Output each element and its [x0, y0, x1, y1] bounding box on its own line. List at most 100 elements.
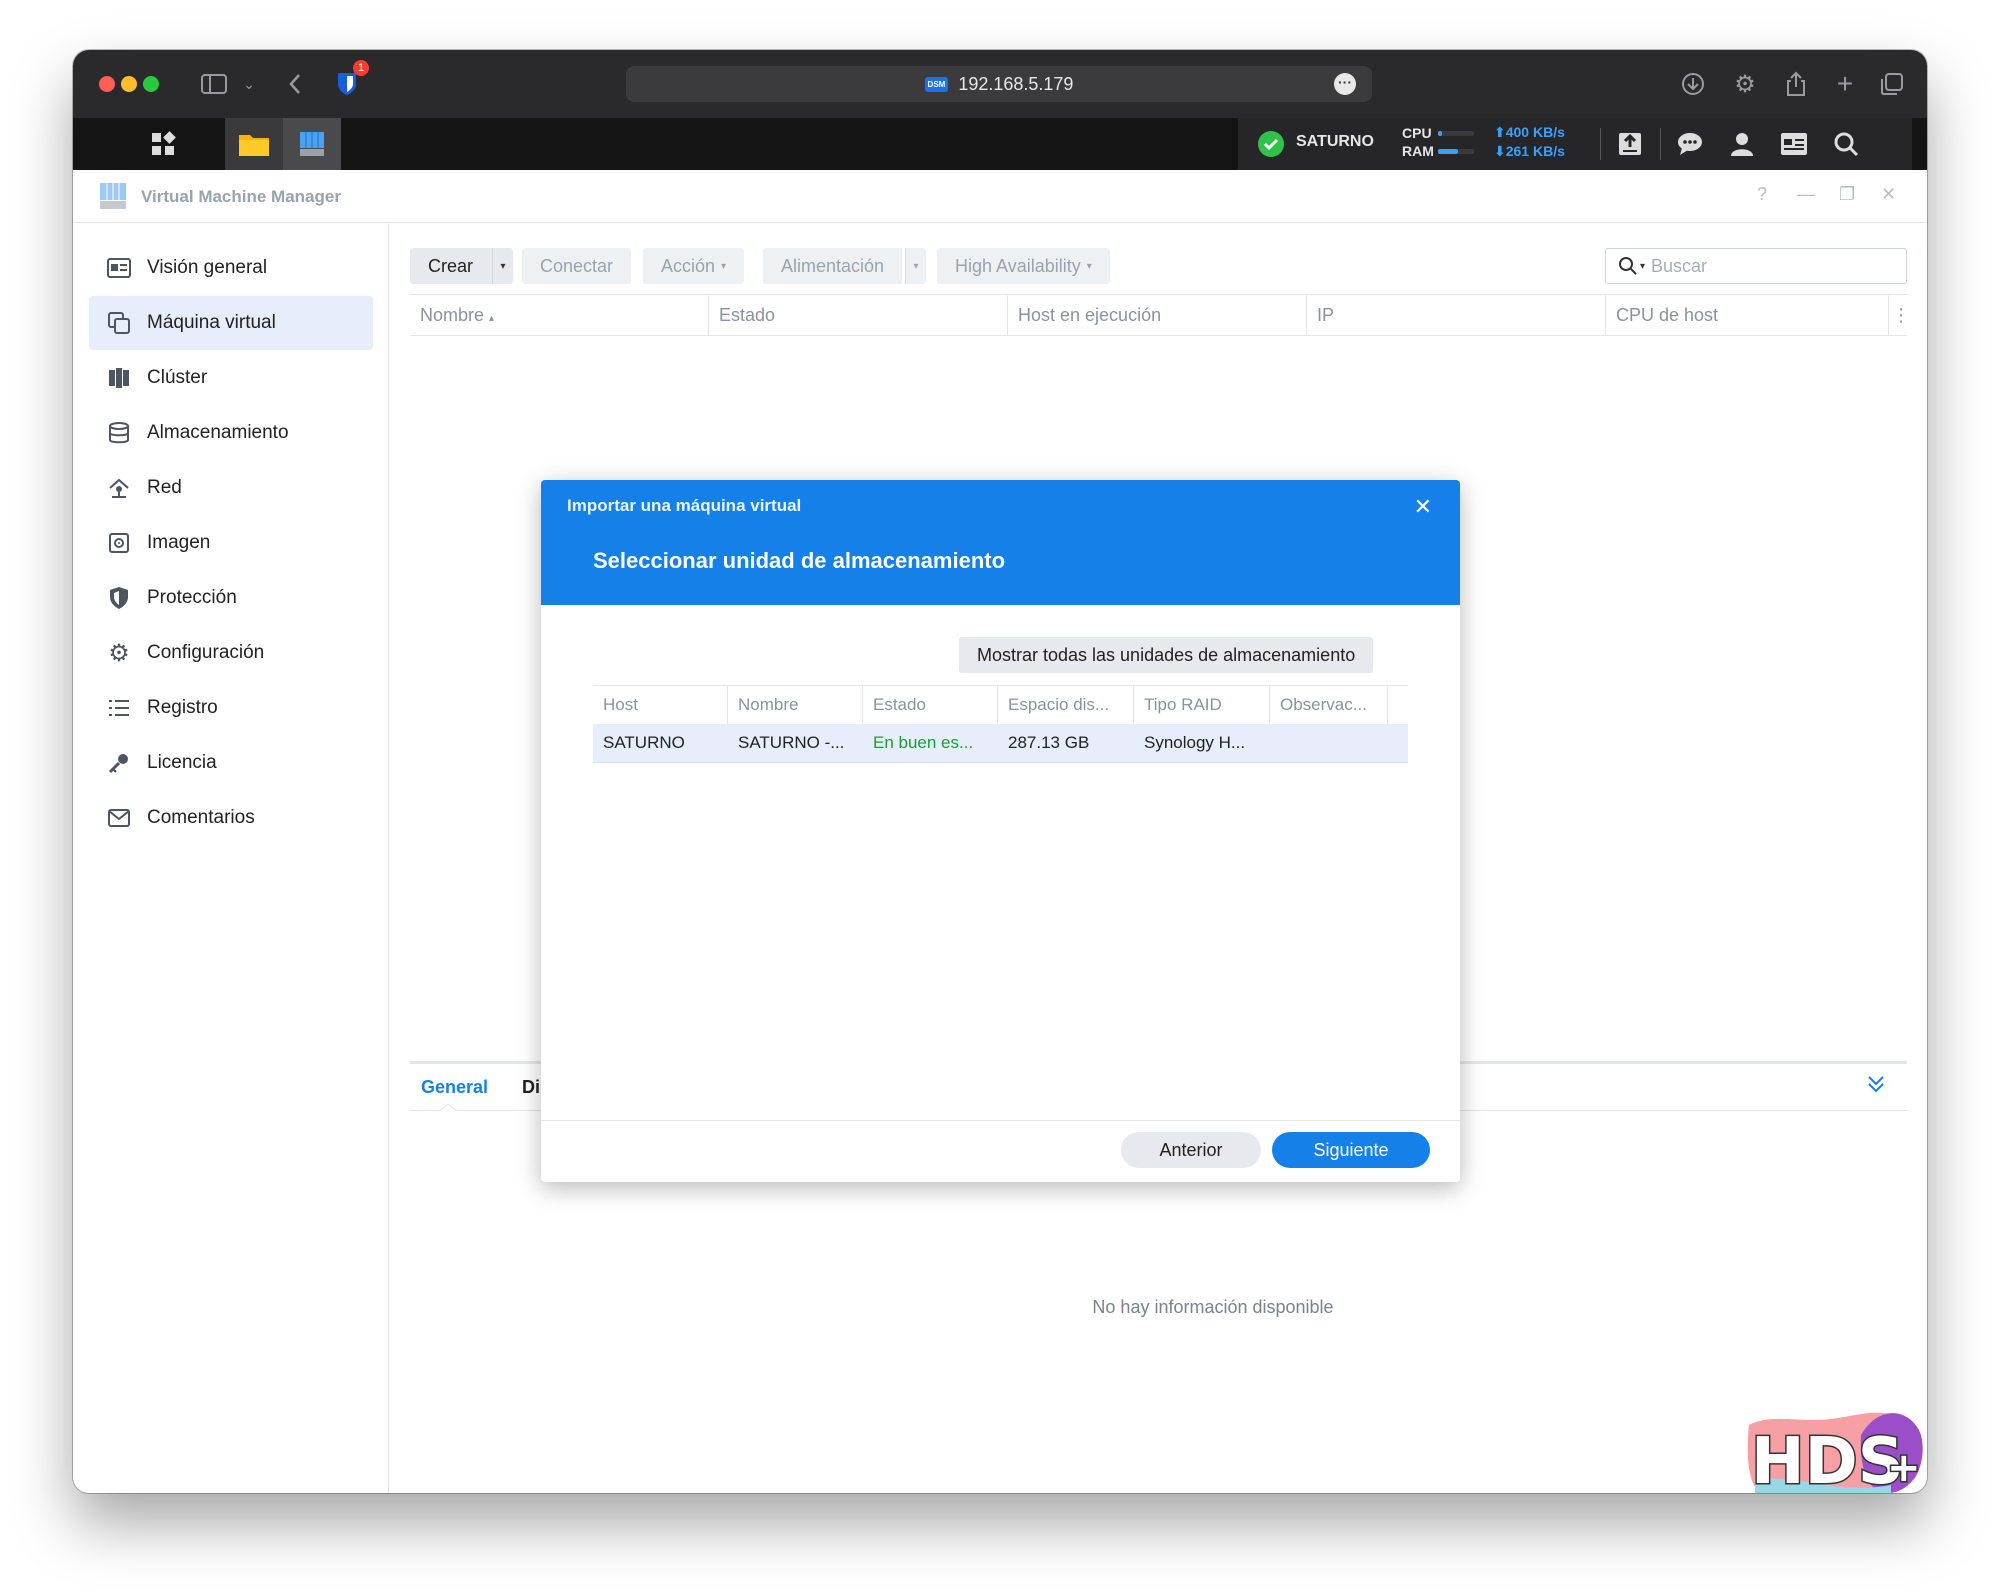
search-icon — [1619, 257, 1637, 275]
search-icon[interactable] — [1830, 128, 1862, 160]
vmm-logo-icon — [100, 183, 126, 209]
upload-queue-icon[interactable] — [1614, 128, 1646, 160]
sidebar-item-license[interactable]: Licencia — [89, 736, 373, 790]
mail-icon — [105, 804, 133, 832]
power-button-label: Alimentación — [781, 255, 885, 276]
tab-general[interactable]: General — [421, 1077, 488, 1098]
sidebar-toggle-icon[interactable] — [198, 68, 230, 100]
system-tray: SATURNO CPU RAM ⬆400 KB/s ⬇261 KB/s — [1238, 118, 1912, 170]
connect-button[interactable]: Conectar — [522, 248, 632, 284]
sidebar-item-label: Configuración — [147, 642, 265, 663]
next-button[interactable]: Siguiente — [1272, 1132, 1430, 1168]
taskbar-file-station[interactable] — [225, 118, 283, 170]
taskbar-vmm[interactable] — [283, 118, 341, 170]
column-header-status[interactable]: Estado — [863, 686, 998, 724]
caret-down-icon: ▾ — [1640, 260, 1646, 272]
restore-icon[interactable]: ❐ — [1839, 184, 1855, 205]
virtual-machine-icon — [105, 309, 133, 337]
sidebar-item-storage[interactable]: Almacenamiento — [89, 406, 373, 460]
user-icon[interactable] — [1726, 128, 1758, 160]
close-icon[interactable]: ✕ — [1881, 184, 1896, 205]
import-vm-dialog: Importar una máquina virtual Seleccionar… — [541, 480, 1460, 1182]
collapse-panel-icon[interactable] — [1866, 1074, 1886, 1100]
action-button-label: Acción — [661, 255, 716, 276]
create-button[interactable]: Crear — [410, 248, 492, 284]
sidebar-item-label: Imagen — [147, 532, 211, 553]
downloads-icon[interactable] — [1677, 68, 1709, 100]
share-icon[interactable] — [1780, 68, 1812, 100]
minimize-window-button[interactable] — [121, 76, 137, 92]
cell-host: SATURNO — [603, 733, 685, 752]
create-dropdown-button[interactable]: ▾ — [492, 248, 513, 284]
sidebar-item-network[interactable]: Red — [89, 461, 373, 515]
dialog-header: Importar una máquina virtual Seleccionar… — [541, 480, 1460, 605]
sidebar-item-label: Registro — [147, 697, 218, 718]
svg-text:HDS: HDS — [1751, 1425, 1904, 1493]
cpu-meter-fill — [1438, 131, 1442, 136]
high-availability-button[interactable]: High Availability ▾ — [937, 248, 1110, 284]
cell-name: SATURNO -... — [738, 733, 845, 752]
search-field[interactable]: ▾ Buscar — [1605, 248, 1907, 284]
notifications-chat-icon[interactable] — [1674, 128, 1706, 160]
column-header-ip[interactable]: IP — [1307, 295, 1606, 335]
power-button[interactable]: Alimentación — [763, 248, 903, 284]
table-row[interactable]: SATURNO SATURNO -... En buen es... 287.1… — [593, 724, 1408, 763]
back-button[interactable]: Anterior — [1121, 1132, 1261, 1168]
cpu-meter — [1438, 131, 1474, 136]
sidebar-item-log[interactable]: Registro — [89, 681, 373, 735]
power-dropdown-button[interactable]: ▾ — [905, 248, 926, 284]
column-header-free-space[interactable]: Espacio dis... — [998, 686, 1134, 724]
storage-icon — [105, 419, 133, 447]
sidebar-item-feedback[interactable]: Comentarios — [89, 791, 373, 845]
tray-divider — [1660, 128, 1661, 160]
extension-badge: 1 — [353, 60, 369, 76]
key-icon — [105, 749, 133, 777]
health-check-icon — [1258, 131, 1284, 157]
browser-window: ⌄ 1 DSM 192.168.5.179 ··· ⚙ + SATURNO CP… — [73, 50, 1927, 1493]
safari-toolbar: ⌄ 1 DSM 192.168.5.179 ··· ⚙ + — [73, 50, 1927, 118]
sidebar-item-cluster[interactable]: Clúster — [89, 351, 373, 405]
close-icon[interactable]: ✕ — [1414, 494, 1432, 520]
active-tab-pointer — [440, 1103, 456, 1112]
close-window-button[interactable] — [99, 76, 115, 92]
sidebar-item-protection[interactable]: Protección — [89, 571, 373, 625]
dsm-favicon-icon: DSM — [924, 76, 949, 92]
sidebar-item-image[interactable]: Imagen — [89, 516, 373, 570]
back-icon[interactable] — [279, 68, 311, 100]
address-bar[interactable]: DSM 192.168.5.179 ··· — [626, 66, 1372, 102]
column-menu-icon[interactable]: ⋮ — [1892, 305, 1910, 326]
sidebar-item-settings[interactable]: ⚙ Configuración — [89, 626, 373, 680]
sidebar-item-overview[interactable]: Visión general — [89, 241, 373, 295]
action-button[interactable]: Acción ▾ — [643, 248, 745, 284]
column-header-cpu[interactable]: CPU de host — [1606, 295, 1889, 335]
more-options-icon[interactable]: ··· — [1334, 73, 1356, 95]
tab-disks[interactable]: Di — [522, 1077, 540, 1098]
main-menu-icon — [152, 131, 176, 155]
settings-gear-icon[interactable]: ⚙ — [1729, 68, 1761, 100]
column-header-status[interactable]: Estado — [709, 295, 1008, 335]
zoom-window-button[interactable] — [143, 76, 159, 92]
sidebar-item-label: Protección — [147, 587, 237, 608]
minimize-icon[interactable]: — — [1797, 184, 1815, 205]
folder-icon — [239, 135, 269, 156]
column-header-name[interactable]: Nombre ▴ — [410, 295, 709, 335]
sidebar-item-label: Licencia — [147, 752, 217, 773]
widgets-icon[interactable] — [1778, 128, 1810, 160]
help-icon[interactable]: ? — [1757, 184, 1767, 205]
app-title-bar: Virtual Machine Manager ? — ❐ ✕ — [73, 170, 1927, 223]
new-tab-icon[interactable]: + — [1829, 68, 1861, 100]
ram-meter — [1438, 149, 1474, 154]
show-all-storage-button[interactable]: Mostrar todas las unidades de almacenami… — [959, 637, 1374, 673]
column-header-name[interactable]: Nombre — [728, 686, 863, 724]
sidebar-item-virtual-machine[interactable]: Máquina virtual — [89, 296, 373, 350]
tray-divider — [1600, 128, 1601, 160]
vmm-app-icon — [300, 132, 324, 156]
column-header-notes[interactable]: Observac... — [1270, 686, 1388, 724]
column-header-host[interactable]: Host en ejecución — [1008, 295, 1307, 335]
server-name[interactable]: SATURNO — [1296, 133, 1374, 151]
chevron-down-icon[interactable]: ⌄ — [233, 68, 265, 100]
column-header-raid-type[interactable]: Tipo RAID — [1134, 686, 1270, 724]
column-header-host[interactable]: Host — [593, 686, 728, 724]
tab-overview-icon[interactable] — [1876, 68, 1908, 100]
main-menu-button[interactable] — [113, 118, 213, 170]
